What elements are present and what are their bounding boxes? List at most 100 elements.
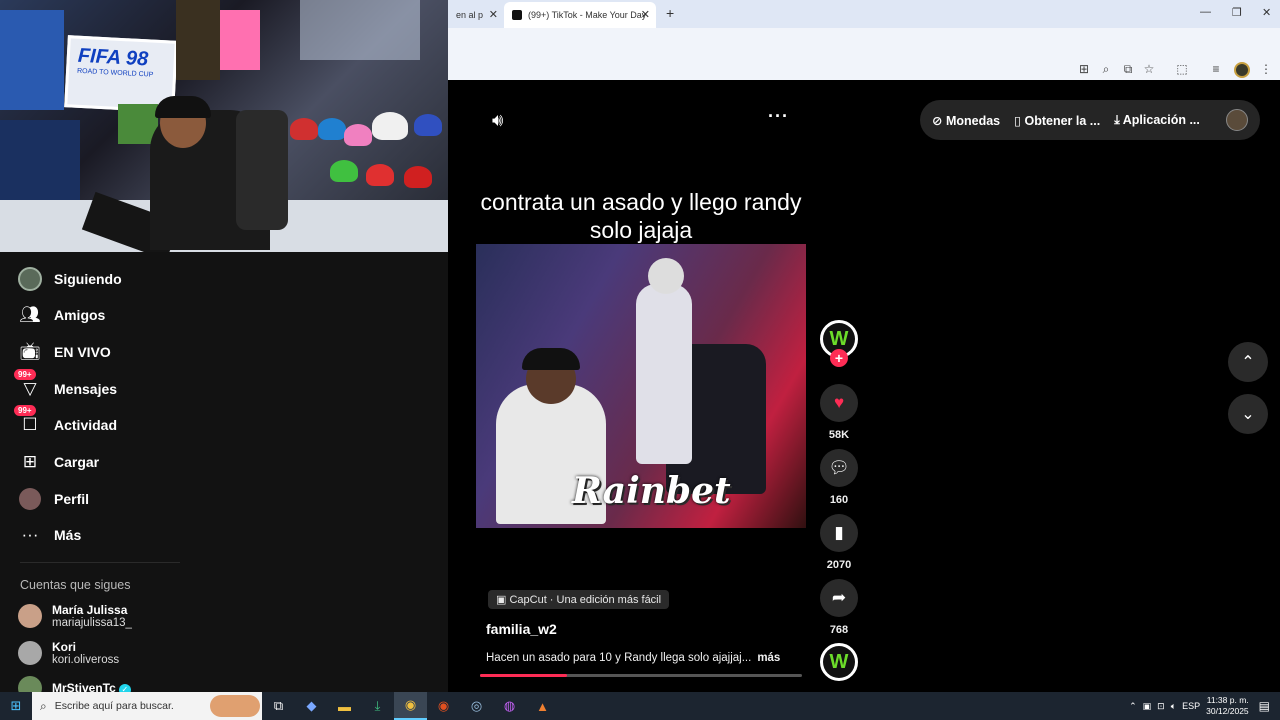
tab-tiktok-label: (99+) TikTok - Make Your Day [528,10,647,20]
sound-disc-letter: W [823,646,855,678]
sidebar-item-en-vivo[interactable]: 📺︎ EN VIVO [18,339,111,365]
capcut-label: CapCut · Una edición más fácil [509,594,662,606]
menu-icon[interactable]: ⋮ [1258,62,1274,78]
more-link[interactable]: más [757,652,780,664]
app-purple-icon[interactable]: ◍ [493,692,526,720]
toolbar: ⊞ ⌕ ⧉ ☆ ⬚ ≡ ⋮ [448,28,1280,78]
like-button[interactable]: ♥ [820,384,858,422]
volume-icon[interactable]: 🔊︎ [492,110,503,131]
video-player[interactable]: contrata un asado y llego randy solo jaj… [476,178,806,677]
sidebar-item-label: Mensajes [54,381,118,397]
avatar [18,641,42,665]
sidebar-item-perfil[interactable]: Perfil [18,486,89,512]
webcam-overlay: FIFA 98 ROAD TO WORLD CUP [0,0,448,252]
share-count: 768 [829,624,849,636]
close-icon[interactable]: ✕ [641,8,650,21]
get-app-button[interactable]: ▯ Obtener la ... [1014,113,1100,128]
like-count: 58K [828,429,850,441]
windows-taskbar: ⊞ ⌕ Escribe aquí para buscar. ⧉ ◆ ▬ ⤓ ◉ … [0,692,1280,720]
video-frame[interactable]: Rainbet [476,244,806,528]
tray-expand-icon[interactable]: ⌃ [1129,701,1137,712]
sidebar-item-mensajes[interactable]: ▽ 99+ Mensajes [14,369,118,402]
video-progress-bar[interactable] [480,674,802,677]
download-app-button[interactable]: ⤓ Aplicación ... [1114,113,1200,128]
sidebar-item-siguiendo[interactable]: Siguiendo [18,266,122,292]
sidebar-item-label: EN VIVO [54,344,111,360]
save-button[interactable]: ▮ [820,514,858,552]
tab-previous-label: en al p [456,10,484,20]
gaming-chair [236,110,288,230]
account-item[interactable]: Kori kori.oliveross [18,640,119,666]
following-avatar-icon [18,267,42,291]
sidebar-item-amigos[interactable]: 👥︎ Amigos [18,302,105,328]
tray-app-icon[interactable]: ▣ [1143,701,1152,712]
close-window-button[interactable]: ✕ [1262,6,1271,19]
capcut-icon: ▣ [496,594,510,606]
network-icon[interactable]: ⊡ [1157,701,1165,712]
comment-button[interactable]: 💬︎ [820,449,858,487]
task-view-icon[interactable]: ⧉ [262,692,295,720]
capcut-tag[interactable]: ▣ CapCut · Una edición más fácil [488,590,670,609]
language-indicator[interactable]: ESP [1182,701,1200,711]
video-caption: contrata un asado y llego randy solo jaj… [480,189,802,243]
description-text: Hacen un asado para 10 y Randy llega sol… [486,652,752,664]
speaker-icon[interactable]: 🔈︎ [1171,701,1176,712]
minimize-button[interactable]: — [1200,6,1211,18]
sidebar-divider [20,562,180,563]
chrome-icon[interactable]: ◉ [394,692,427,720]
app-orange-icon[interactable]: ◉ [427,692,460,720]
profile-avatar[interactable] [1234,62,1250,78]
account-username: kori.oliveross [52,654,120,666]
media-icon[interactable]: ≡ [1208,62,1224,78]
monitor [0,120,80,200]
sound-disc[interactable]: W [820,643,858,681]
tab-tiktok[interactable]: (99+) TikTok - Make Your Day ✕ [504,2,656,28]
poster-kd [220,10,260,70]
download-app-icon[interactable]: ⤓ [361,692,394,720]
next-video-button[interactable]: ⌄ [1228,394,1268,434]
account-item[interactable]: María Julissa mariajulissa13_ [18,603,132,629]
more-options-icon[interactable]: ··· [768,106,789,127]
account-name: María Julissa [52,603,128,617]
share-button[interactable]: ➦ [820,579,858,617]
steam-icon[interactable]: ◎ [460,692,493,720]
user-avatar[interactable] [1226,109,1248,131]
previous-video-button[interactable]: ⌃ [1228,342,1268,382]
coins-label: Monedas [945,113,1001,128]
system-tray: ⌃ ▣ ⊡ 🔈︎ ESP 11:38 p. m. 30/12/2025 ▤ [1129,692,1280,720]
search-icon: ⌕ [40,698,47,713]
install-icon[interactable]: ⧉ [1120,62,1136,78]
extensions-icon[interactable]: ⬚ [1174,62,1190,78]
browser-chrome: en al p ✕ (99+) TikTok - Make Your Day ✕… [448,0,1280,80]
sidebar-item-actividad[interactable]: ☐ 99+ Actividad [14,405,118,438]
copilot-icon[interactable]: ◆ [295,692,328,720]
file-explorer-icon[interactable]: ▬ [328,692,361,720]
windows-start-icon[interactable]: ⊞ [0,692,32,720]
comment-count: 160 [829,494,849,506]
sidebar-item-mas[interactable]: ··· Más [18,522,82,548]
helmet-3 [344,124,372,146]
app-streaming-icon[interactable]: ▲ [526,692,559,720]
friends-icon: 👥︎ [19,305,41,324]
sidebar-item-label: Actividad [54,417,118,433]
tab-bar: en al p ✕ (99+) TikTok - Make Your Day ✕… [448,0,1280,28]
close-icon[interactable]: ✕ [489,8,498,21]
translate-icon[interactable]: ⊞ [1076,62,1092,78]
follow-button[interactable]: + [830,349,848,367]
bookmark-star-icon[interactable]: ☆ [1141,62,1157,78]
live-tv-icon: 📺︎ [19,342,41,361]
notifications-icon[interactable]: ▤ [1259,699,1270,713]
video-author[interactable]: familia_w2 [486,621,557,637]
clock[interactable]: 11:38 p. m. 30/12/2025 [1206,695,1249,717]
tiktok-favicon-icon [512,10,522,20]
taskbar-search[interactable]: ⌕ Escribe aquí para buscar. [32,692,262,720]
sidebar-item-cargar[interactable]: ⊞ Cargar [18,449,99,475]
new-tab-button[interactable]: + [666,5,674,21]
get-app-label: Obtener la ... [1024,113,1101,128]
zoom-icon[interactable]: ⌕ [1098,62,1114,78]
tab-previous[interactable]: en al p ✕ [448,2,504,28]
messages-badge: 99+ [14,369,36,380]
helmet-1 [290,118,318,140]
coins-button[interactable]: ⊘ Monedas [932,113,1000,128]
restore-button[interactable]: ❐ [1232,6,1242,19]
